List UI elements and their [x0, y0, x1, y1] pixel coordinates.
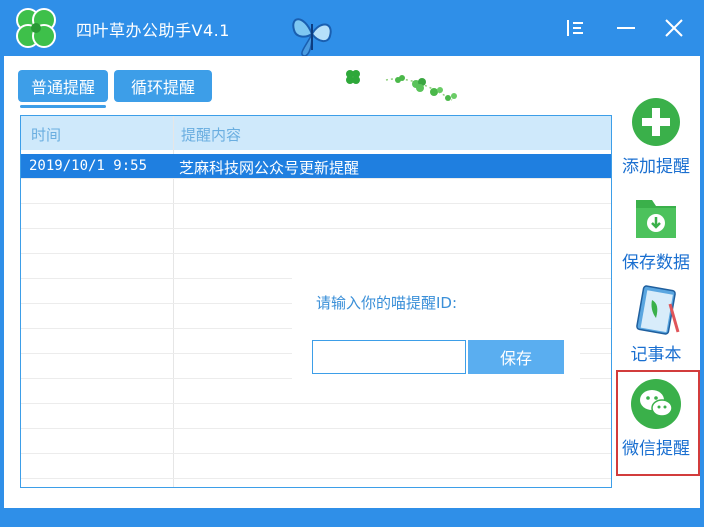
save-id-label: 保存	[499, 349, 532, 368]
save-data-label: 保存数据	[622, 253, 690, 273]
row-content: 芝麻科技网公众号更新提醒	[179, 159, 360, 177]
wechat-reminder-button[interactable]: 微信提醒	[616, 378, 696, 470]
title-bar[interactable]: 四叶草办公助手V4.1	[0, 0, 704, 57]
notebook-button[interactable]: 记事本	[616, 284, 696, 376]
tab-cycle-reminder[interactable]: 循环提醒	[114, 70, 212, 102]
app-window: 四叶草办公助手V4.1 普通提醒 循环提醒 时间 提醒内容 2019/10/1 …	[0, 0, 704, 527]
tab-label: 循环提醒	[130, 78, 195, 97]
wechat-reminder-label: 微信提醒	[622, 439, 690, 459]
empty-row	[21, 179, 611, 204]
column-header-time[interactable]: 时间	[31, 124, 61, 145]
empty-row	[21, 204, 611, 229]
folder-download-icon	[636, 200, 676, 238]
save-id-button[interactable]: 保存	[468, 340, 564, 374]
clover-decoration-icon	[346, 70, 360, 84]
empty-row	[21, 404, 611, 429]
add-reminder-button[interactable]: 添加提醒	[616, 96, 696, 188]
wechat-icon	[631, 379, 681, 429]
empty-row	[21, 229, 611, 254]
add-reminder-label: 添加提醒	[622, 157, 690, 177]
active-tab-indicator	[20, 105, 106, 108]
minimize-icon	[617, 27, 635, 29]
bottom-border	[0, 508, 704, 527]
wechat-id-label: 请输入你的喵提醒ID:	[316, 294, 458, 312]
four-leaf-clover-icon	[16, 8, 56, 48]
save-data-button[interactable]: 保存数据	[616, 192, 696, 284]
wechat-id-panel: 请输入你的喵提醒ID: 保存	[292, 278, 580, 394]
empty-row	[21, 429, 611, 454]
empty-row	[21, 454, 611, 479]
notebook-icon	[636, 285, 680, 335]
butterfly-icon	[292, 18, 332, 57]
clover-cluster-icon	[385, 75, 457, 101]
minimize-button[interactable]	[610, 12, 642, 44]
column-header-content[interactable]: 提醒内容	[181, 124, 241, 145]
tab-normal-reminder[interactable]: 普通提醒	[18, 70, 108, 102]
close-button[interactable]	[658, 12, 690, 44]
list-header: 时间 提醒内容	[21, 116, 611, 150]
menu-button[interactable]	[560, 12, 592, 44]
tab-label: 普通提醒	[30, 78, 95, 97]
notebook-label: 记事本	[630, 345, 682, 365]
wechat-id-input[interactable]	[312, 340, 466, 374]
table-row[interactable]: 2019/10/1 9:55 芝麻科技网公众号更新提醒	[21, 154, 611, 179]
menu-icon	[567, 20, 583, 36]
close-icon	[665, 19, 683, 37]
row-time: 2019/10/1 9:55	[29, 158, 148, 174]
window-title: 四叶草办公助手V4.1	[76, 21, 230, 40]
empty-row	[21, 254, 611, 279]
add-icon	[632, 98, 680, 146]
main-panel: 普通提醒 循环提醒 时间 提醒内容 2019/10/1 9:55 芝麻科技网公众…	[4, 56, 700, 508]
